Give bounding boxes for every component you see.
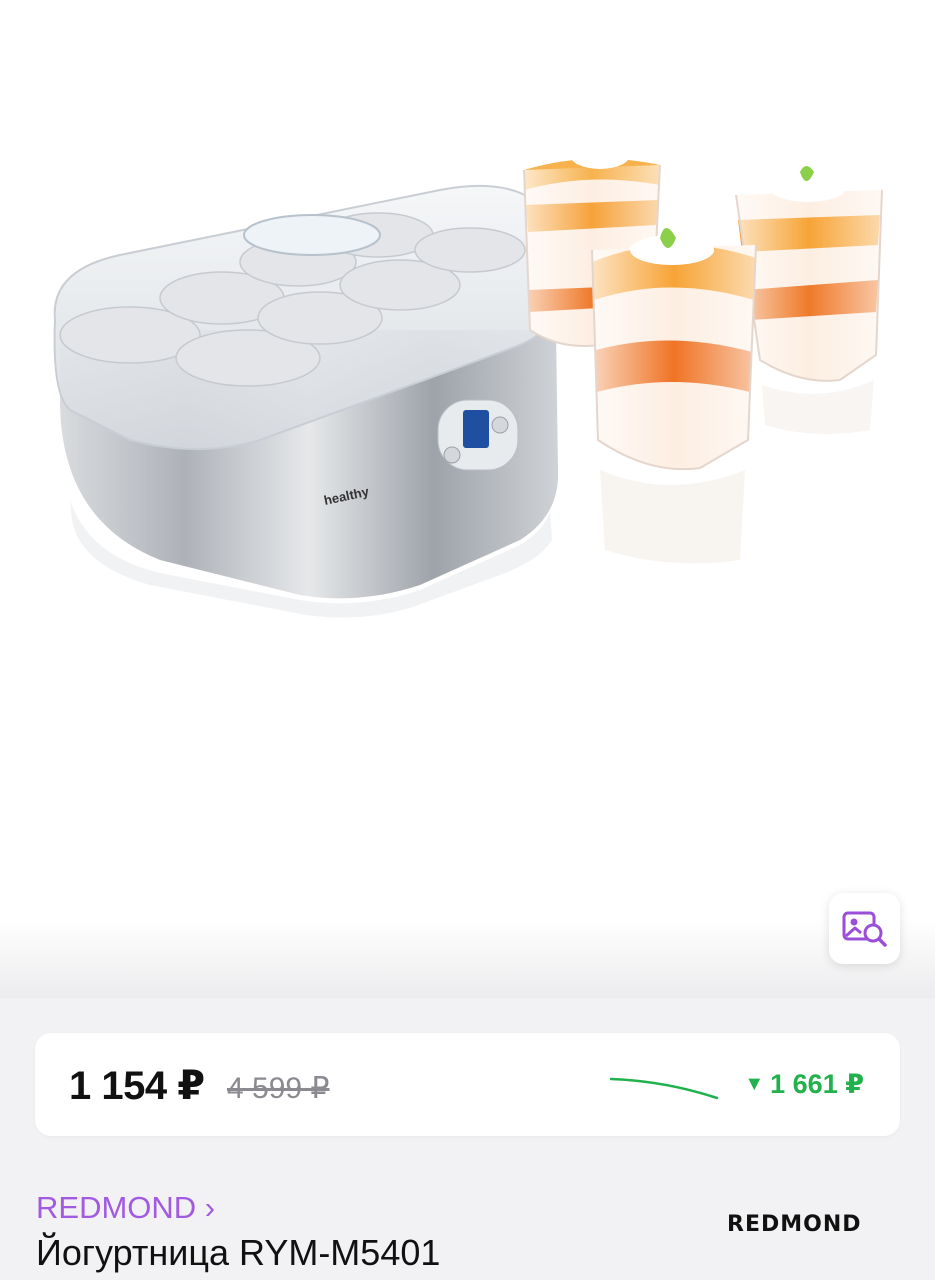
image-search-button[interactable] [829, 893, 900, 964]
price-drop-value: 1 661 ₽ [770, 1069, 864, 1099]
price-trend-line [609, 1077, 719, 1100]
price-card: 1 154 ₽ 4 599 ₽ ▼ 1 661 ₽ [35, 1033, 900, 1136]
current-price: 1 154 ₽ [69, 1064, 205, 1108]
product-image-gallery[interactable]: healthy [0, 0, 935, 998]
product-title: Йогуртница RYM-M5401 [36, 1232, 441, 1273]
image-search-icon [842, 911, 887, 947]
brand-link[interactable]: REDMOND › [36, 1190, 215, 1226]
product-photo: healthy [53, 141, 883, 618]
old-price: 4 599 ₽ [227, 1072, 330, 1105]
price-drop[interactable]: ▼ 1 661 ₽ [744, 1069, 864, 1100]
down-triangle-icon: ▼ [744, 1073, 765, 1095]
brand-logo[interactable]: REDMOND [727, 1212, 862, 1237]
